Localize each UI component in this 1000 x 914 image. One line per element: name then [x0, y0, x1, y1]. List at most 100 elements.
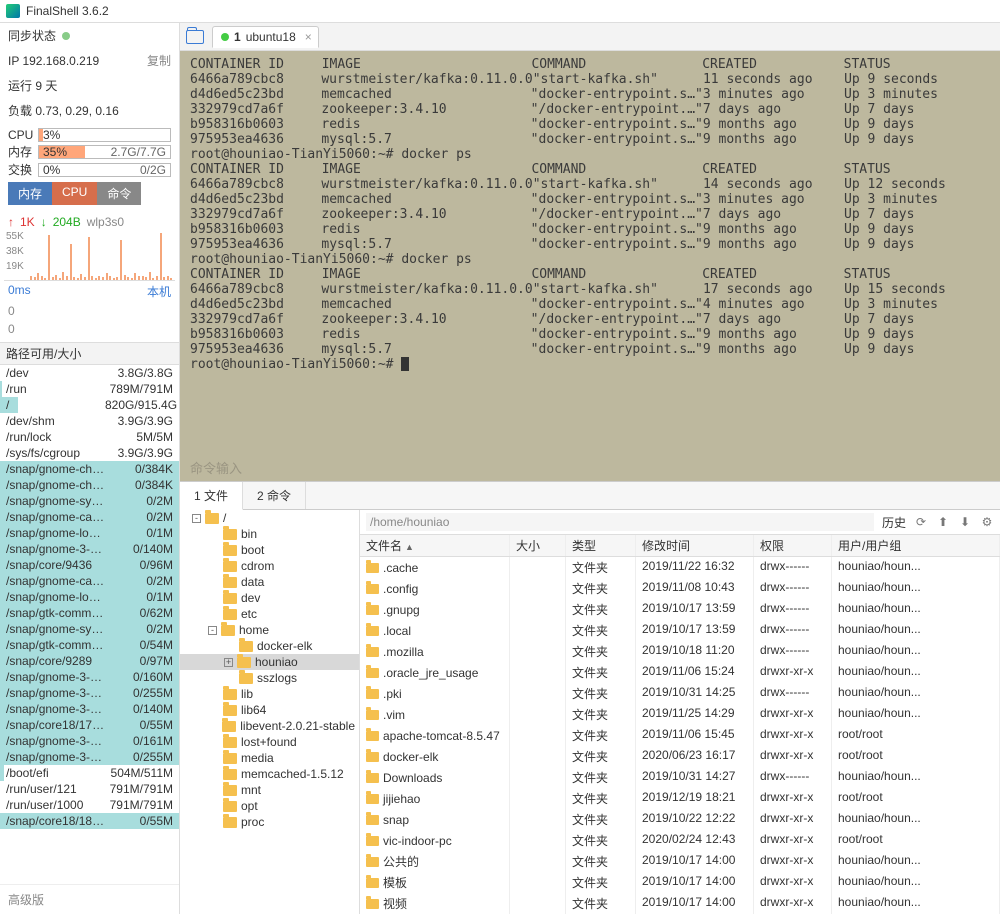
fs-row[interactable]: /snap/gtk-commo...0/62M — [0, 605, 179, 621]
col-owner[interactable]: 用户/用户组 — [832, 535, 1000, 556]
file-row[interactable]: .local文件夹2019/10/17 13:59drwx------houni… — [360, 620, 1000, 641]
tree-node[interactable]: lib64 — [180, 702, 359, 718]
tree-node[interactable]: +houniao — [180, 654, 359, 670]
folder-icon — [366, 836, 379, 846]
fs-row[interactable]: /snap/core18/17540/55M — [0, 717, 179, 733]
tab-commands[interactable]: 2 命令 — [243, 482, 306, 509]
tree-node[interactable]: boot — [180, 542, 359, 558]
col-name[interactable]: 文件名▲ — [360, 535, 510, 556]
download-icon[interactable]: ⬇ — [958, 515, 972, 529]
fs-row[interactable]: /snap/gnome-log...0/1M — [0, 589, 179, 605]
tree-node[interactable]: -home — [180, 622, 359, 638]
file-row[interactable]: .pki文件夹2019/10/31 14:25drwx------houniao… — [360, 683, 1000, 704]
tree-node[interactable]: opt — [180, 798, 359, 814]
tree-node[interactable]: -/ — [180, 510, 359, 526]
fs-row[interactable]: /snap/core/94360/96M — [0, 557, 179, 573]
path-input[interactable]: /home/houniao — [366, 513, 874, 531]
fs-col-path[interactable]: 路径 — [6, 345, 30, 362]
fs-row[interactable]: /snap/gnome-3-3...0/255M — [0, 685, 179, 701]
tree-node[interactable]: mnt — [180, 782, 359, 798]
close-tab-icon[interactable]: × — [305, 30, 312, 44]
fs-row[interactable]: /snap/gnome-3-2...0/161M — [0, 733, 179, 749]
tree-node[interactable]: proc — [180, 814, 359, 830]
fs-row[interactable]: /snap/gnome-syst...0/2M — [0, 493, 179, 509]
fs-row[interactable]: /snap/gnome-3-3...0/255M — [0, 749, 179, 765]
fs-row[interactable]: /snap/gnome-cha...0/384K — [0, 477, 179, 493]
advanced-link[interactable]: 高级版 — [0, 884, 179, 914]
file-row[interactable]: .vim文件夹2019/11/25 14:29drwxr-xr-xhouniao… — [360, 704, 1000, 725]
host-label[interactable]: 本机 — [147, 283, 171, 300]
fs-row[interactable]: /snap/core18/18800/55M — [0, 813, 179, 829]
file-row[interactable]: .oracle_jre_usage文件夹2019/11/06 15:24drwx… — [360, 662, 1000, 683]
fs-row[interactable]: /snap/gnome-calc...0/2M — [0, 573, 179, 589]
tree-node[interactable]: memcached-1.5.12 — [180, 766, 359, 782]
fs-row[interactable]: /snap/core/92890/97M — [0, 653, 179, 669]
fs-row[interactable]: /snap/gtk-commo...0/54M — [0, 637, 179, 653]
tree-node[interactable]: dev — [180, 590, 359, 606]
tree-node[interactable]: bin — [180, 526, 359, 542]
expand-icon[interactable]: - — [192, 514, 201, 523]
copy-ip-button[interactable]: 复制 — [147, 52, 171, 69]
monitor-tab-mem[interactable]: 内存 — [8, 182, 52, 205]
fs-row[interactable]: /snap/gnome-3-2...0/160M — [0, 669, 179, 685]
session-tab[interactable]: 1 ubuntu18 × — [212, 26, 319, 48]
history-button[interactable]: 历史 — [882, 514, 906, 531]
file-row[interactable]: 模板文件夹2019/10/17 14:00drwxr-xr-xhouniao/h… — [360, 872, 1000, 893]
col-mtime[interactable]: 修改时间 — [636, 535, 754, 556]
fs-row[interactable]: /dev/shm3.9G/3.9G — [0, 413, 179, 429]
tree-node[interactable]: lib — [180, 686, 359, 702]
fs-row[interactable]: /snap/gnome-log...0/1M — [0, 525, 179, 541]
sessions-folder-icon[interactable] — [186, 30, 204, 44]
tree-node[interactable]: etc — [180, 606, 359, 622]
file-row[interactable]: .mozilla文件夹2019/10/18 11:20drwx------hou… — [360, 641, 1000, 662]
file-row[interactable]: .config文件夹2019/11/08 10:43drwx------houn… — [360, 578, 1000, 599]
fs-row[interactable]: /820G/915.4G — [0, 397, 179, 413]
fs-row[interactable]: /snap/gnome-syst...0/2M — [0, 621, 179, 637]
upload-icon[interactable]: ⬆ — [936, 515, 950, 529]
file-row[interactable]: snap文件夹2019/10/22 12:22drwxr-xr-xhouniao… — [360, 809, 1000, 830]
file-row[interactable]: .gnupg文件夹2019/10/17 13:59drwx------houni… — [360, 599, 1000, 620]
terminal[interactable]: CONTAINER IDIMAGECOMMANDCREATEDSTATUS646… — [180, 51, 1000, 481]
tree-node[interactable]: cdrom — [180, 558, 359, 574]
file-row[interactable]: .cache文件夹2019/11/22 16:32drwx------houni… — [360, 557, 1000, 578]
fs-row[interactable]: /snap/gnome-calc...0/2M — [0, 509, 179, 525]
fs-row[interactable]: /run/lock5M/5M — [0, 429, 179, 445]
tree-node[interactable]: lost+found — [180, 734, 359, 750]
monitor-tab-cmd[interactable]: 命令 — [97, 182, 141, 205]
file-row[interactable]: 公共的文件夹2019/10/17 14:00drwxr-xr-xhouniao/… — [360, 851, 1000, 872]
file-row[interactable]: Downloads文件夹2019/10/31 14:27drwx------ho… — [360, 767, 1000, 788]
fs-row[interactable]: /dev3.8G/3.8G — [0, 365, 179, 381]
dir-tree[interactable]: -/binbootcdromdatadevetc-homedocker-elk+… — [180, 510, 360, 914]
file-row[interactable]: 视频文件夹2019/10/17 14:00drwxr-xr-xhouniao/h… — [360, 893, 1000, 914]
monitor-tab-cpu[interactable]: CPU — [52, 182, 97, 205]
fs-row[interactable]: /run/user/1000791M/791M — [0, 797, 179, 813]
col-perm[interactable]: 权限 — [754, 535, 832, 556]
tree-node[interactable]: data — [180, 574, 359, 590]
tree-node[interactable]: media — [180, 750, 359, 766]
fs-row[interactable]: /snap/gnome-cha...0/384K — [0, 461, 179, 477]
file-row[interactable]: vic-indoor-pc文件夹2020/02/24 12:43drwxr-xr… — [360, 830, 1000, 851]
fs-row[interactable]: /run789M/791M — [0, 381, 179, 397]
fs-row[interactable]: /run/user/121791M/791M — [0, 781, 179, 797]
fs-row[interactable]: /sys/fs/cgroup3.9G/3.9G — [0, 445, 179, 461]
file-row[interactable]: apache-tomcat-8.5.47文件夹2019/11/06 15:45d… — [360, 725, 1000, 746]
terminal-input-hint[interactable]: 命令输入 — [190, 458, 242, 477]
file-row[interactable]: jijiehao文件夹2019/12/19 18:21drwxr-xr-xroo… — [360, 788, 1000, 809]
tree-node[interactable]: libevent-2.0.21-stable — [180, 718, 359, 734]
file-list[interactable]: .cache文件夹2019/11/22 16:32drwx------houni… — [360, 557, 1000, 914]
expand-icon[interactable]: + — [224, 658, 233, 667]
fs-row[interactable]: /snap/gnome-3-2...0/140M — [0, 701, 179, 717]
col-size[interactable]: 大小 — [510, 535, 566, 556]
col-type[interactable]: 类型 — [566, 535, 636, 556]
file-row[interactable]: docker-elk文件夹2020/06/23 16:17drwxr-xr-xr… — [360, 746, 1000, 767]
fs-row[interactable]: /snap/gnome-3-2...0/140M — [0, 541, 179, 557]
tree-node[interactable]: docker-elk — [180, 638, 359, 654]
refresh-icon[interactable]: ⟳ — [914, 515, 928, 529]
settings-icon[interactable]: ⚙ — [980, 515, 994, 529]
fs-row[interactable]: /boot/efi504M/511M — [0, 765, 179, 781]
tree-node[interactable]: sszlogs — [180, 670, 359, 686]
fs-col-avail[interactable]: 可用/大小 — [30, 345, 81, 362]
tab-files[interactable]: 1 文件 — [180, 482, 243, 510]
expand-icon[interactable]: - — [208, 626, 217, 635]
folder-icon — [366, 857, 379, 867]
